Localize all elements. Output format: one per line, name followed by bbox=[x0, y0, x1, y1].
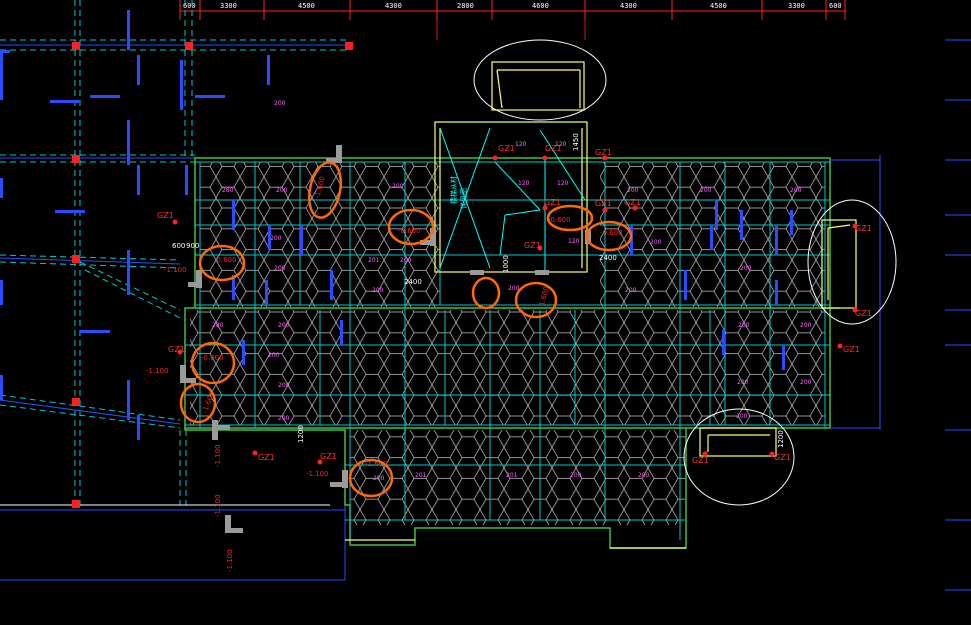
top-dimension-chain: 600 3300 4500 4300 2800 4600 4300 4500 3… bbox=[179, 0, 846, 20]
gz-label: GZ1 bbox=[855, 224, 872, 233]
dim-900: 900 bbox=[186, 242, 199, 250]
room-label: 200 bbox=[268, 352, 280, 359]
dim-2400-b: 2400 bbox=[599, 254, 617, 262]
elevation-label: -1.600 bbox=[537, 286, 551, 310]
room-label: 200 bbox=[372, 287, 384, 294]
room-label: 200 bbox=[790, 187, 802, 194]
room-label: 201 bbox=[368, 257, 380, 264]
gz-label: GZ1 bbox=[320, 452, 337, 461]
elevation-label: -1.100 bbox=[306, 470, 329, 478]
room-label: 200 bbox=[737, 379, 749, 386]
elevation-label: -1.100 bbox=[226, 549, 234, 572]
dim-label: 4500 bbox=[298, 2, 315, 10]
gz-label: GZ1 bbox=[774, 453, 791, 462]
room-label: 200 bbox=[373, 475, 385, 482]
dim-label: 4500 bbox=[710, 2, 727, 10]
dim-label: 3300 bbox=[788, 2, 805, 10]
room-label: 200 bbox=[276, 187, 288, 194]
room-label: 200 bbox=[400, 257, 412, 264]
cad-drawing-canvas[interactable]: 600 3300 4500 4300 2800 4600 4300 4500 3… bbox=[0, 0, 971, 625]
gz-label: GZ1 bbox=[498, 144, 515, 153]
room-label: 201 bbox=[415, 472, 427, 479]
room-label: 200 bbox=[627, 187, 639, 194]
room-label: 200 bbox=[274, 265, 286, 272]
elevation-label: -1.100 bbox=[146, 367, 169, 375]
gz-label: GZ1 bbox=[624, 198, 641, 207]
dim-1200-b: 1200 bbox=[777, 430, 785, 448]
room-label: 200 bbox=[800, 322, 812, 329]
dim-label: 3300 bbox=[220, 2, 237, 10]
room-label: 201 bbox=[506, 472, 518, 479]
elevation-label: -0.600 bbox=[214, 256, 237, 264]
gz-label: GZ1 bbox=[595, 148, 612, 157]
dim-label: 4300 bbox=[620, 2, 637, 10]
room-label: 120 bbox=[518, 180, 530, 187]
dim-label: 4300 bbox=[385, 2, 402, 10]
room-label: 200 bbox=[625, 287, 637, 294]
gz-label: GZ1 bbox=[843, 345, 860, 354]
elevation-label: -0.600 bbox=[398, 227, 421, 235]
room-label: 200 bbox=[736, 413, 748, 420]
slab-hex-mesh bbox=[190, 162, 825, 525]
dim-2400: 2400 bbox=[404, 278, 422, 286]
room-label: 200 bbox=[392, 183, 404, 190]
gz-label: GZ1 bbox=[258, 453, 275, 462]
room-label: 120 bbox=[568, 238, 580, 245]
room-label: 200 bbox=[700, 187, 712, 194]
dim-label: 4600 bbox=[532, 2, 549, 10]
gz-label: GZ1 bbox=[692, 456, 709, 465]
elevation-label: -1.100 bbox=[214, 444, 222, 467]
room-label: 200 bbox=[738, 322, 750, 329]
elevation-label: -0.600 bbox=[600, 229, 623, 237]
room-label: 280 bbox=[212, 322, 224, 329]
room-label: 200 bbox=[740, 265, 752, 272]
axis-ticks-top bbox=[436, 20, 586, 40]
stair-note-line2: 详见图 bbox=[459, 188, 468, 209]
dim-600: 600 bbox=[172, 242, 185, 250]
room-label: 200 bbox=[270, 235, 282, 242]
room-label: 200 bbox=[278, 322, 290, 329]
dim-1450: 1450 bbox=[572, 133, 580, 151]
gz-label: GZ1 bbox=[157, 211, 174, 220]
room-label: 200 bbox=[638, 472, 650, 479]
elevation-label: -1.100 bbox=[164, 266, 187, 274]
room-label: 200 bbox=[650, 239, 662, 246]
dim-1000: 1000 bbox=[502, 255, 510, 273]
room-label: 120 bbox=[557, 180, 569, 187]
stair-note-line1: 楼梯从材 bbox=[449, 176, 458, 204]
room-label: 120 bbox=[515, 141, 527, 148]
gz-label: GZ1 bbox=[595, 199, 612, 208]
room-label: 200 bbox=[800, 379, 812, 386]
room-label: 200 bbox=[278, 382, 290, 389]
elevation-label: -0.600 bbox=[201, 354, 224, 362]
room-label: 200 bbox=[274, 100, 286, 107]
outer-beams-right bbox=[830, 155, 881, 430]
gz-label: GZ1 bbox=[524, 241, 541, 250]
gz-label: GZ1 bbox=[855, 309, 872, 318]
dim-1200: 1200 bbox=[297, 425, 305, 443]
room-label: 120 bbox=[555, 141, 567, 148]
elevation-label: -1.100 bbox=[214, 494, 222, 517]
gz-label: GZ1 bbox=[544, 198, 561, 207]
dim-label: 2800 bbox=[457, 2, 474, 10]
gz-label: GZ1 bbox=[168, 345, 185, 354]
dim-label: 600 bbox=[829, 2, 842, 10]
room-label: 200 bbox=[570, 472, 582, 479]
right-dimension-ticks bbox=[945, 39, 971, 591]
room-label: 280 bbox=[222, 187, 234, 194]
room-label: 200 bbox=[278, 415, 290, 422]
